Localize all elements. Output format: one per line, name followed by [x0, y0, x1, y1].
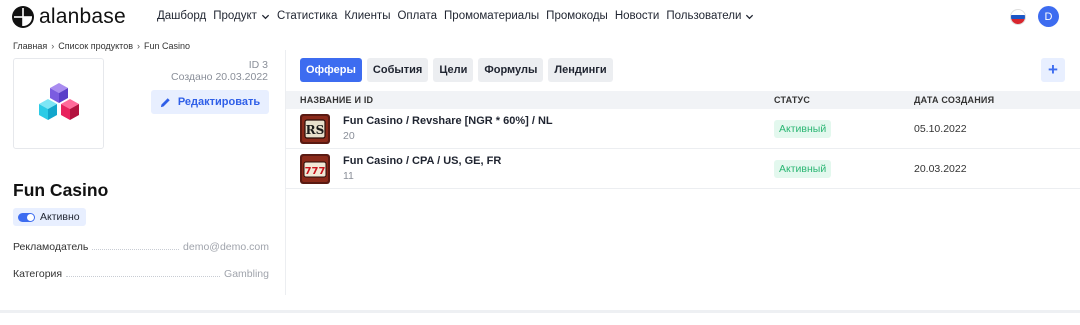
brand-logo[interactable]: alanbase — [12, 6, 126, 28]
svg-text:RS: RS — [306, 123, 325, 137]
chevron-right-icon: › — [137, 41, 140, 51]
chevron-right-icon: › — [51, 41, 55, 51]
status-label: Активно — [40, 211, 80, 223]
nav-label: Новости — [614, 10, 660, 22]
tab-offers[interactable]: Офферы — [300, 58, 362, 82]
category-value: Gambling — [224, 268, 269, 280]
tab-formulas[interactable]: Формулы — [478, 58, 544, 82]
offer-id: 20 — [343, 130, 355, 142]
nav-label: Продукт — [213, 10, 257, 22]
nav-item-news[interactable]: Новости — [615, 10, 660, 22]
user-avatar[interactable]: D — [1038, 6, 1059, 27]
cubes-logo-icon — [38, 82, 79, 120]
advertiser-row: Рекламодатель demo@demo.com — [13, 241, 269, 253]
nav-item-product[interactable]: Продукт — [213, 10, 270, 22]
ru-flag-icon[interactable] — [1010, 9, 1026, 25]
nav-label: Статистика — [276, 10, 338, 22]
breadcrumb-products[interactable]: Список продуктов — [58, 41, 133, 51]
nav-label: Пользователи — [666, 10, 742, 22]
product-title: Fun Casino — [13, 180, 109, 200]
main-nav: Дашборд Продукт Статистика Клиенты Оплат… — [157, 10, 761, 22]
tab-landings[interactable]: Лендинги — [548, 58, 613, 82]
column-header-status[interactable]: СТАТУС — [774, 95, 810, 105]
nav-label: Клиенты — [344, 10, 391, 22]
status-badge: Активный — [774, 120, 832, 138]
brand-name: alanbase — [39, 5, 126, 28]
pencil-icon — [160, 97, 170, 107]
table-row[interactable]: RS Fun Casino / Revshare [NGR * 60%] / N… — [286, 109, 1080, 149]
category-label: Категория — [13, 268, 63, 280]
breadcrumb-home[interactable]: Главная — [13, 41, 47, 51]
dotted-leader — [92, 249, 180, 250]
tab-goals[interactable]: Цели — [433, 58, 474, 82]
offer-id: 11 — [343, 170, 354, 182]
edit-button[interactable]: Редактировать — [151, 90, 269, 114]
nav-item-statistics[interactable]: Статистика — [277, 10, 337, 22]
product-created-date: Создано 20.03.2022 — [171, 71, 268, 83]
svg-text:777: 777 — [305, 166, 326, 177]
offer-name[interactable]: Fun Casino / Revshare [NGR * 60%] / NL — [343, 115, 553, 127]
column-header-name[interactable]: НАЗВАНИЕ И ID — [300, 95, 373, 105]
product-tabs: Офферы События Цели Формулы Лендинги — [300, 58, 618, 82]
777-slot-icon: 777 — [300, 154, 330, 184]
chevron-down-icon — [746, 14, 754, 19]
nav-item-clients[interactable]: Клиенты — [344, 10, 390, 22]
dotted-leader — [66, 276, 221, 277]
column-header-date[interactable]: ДАТА СОЗДАНИЯ — [914, 95, 994, 105]
alanbase-logo-icon — [12, 6, 34, 28]
tab-events[interactable]: События — [366, 58, 429, 82]
add-button[interactable]: + — [1041, 58, 1065, 82]
table-row[interactable]: 777 Fun Casino / CPA / US, GE, FR 11 Акт… — [286, 149, 1080, 189]
nav-label: Оплата — [397, 10, 438, 22]
nav-label: Промоматериалы — [444, 10, 540, 22]
product-image — [13, 58, 104, 149]
edit-button-label: Редактировать — [177, 96, 261, 108]
nav-item-dashboard[interactable]: Дашборд — [157, 10, 206, 22]
nav-item-promo-materials[interactable]: Промоматериалы — [444, 10, 539, 22]
chevron-down-icon — [261, 14, 270, 19]
nav-item-payment[interactable]: Оплата — [397, 10, 437, 22]
status-toggle[interactable]: Активно — [13, 208, 86, 226]
product-id: ID 3 — [248, 59, 268, 71]
table-header: НАЗВАНИЕ И ID СТАТУС ДАТА СОЗДАНИЯ — [286, 91, 1080, 109]
toggle-switch-icon — [18, 212, 35, 222]
status-badge: Активный — [774, 160, 832, 178]
advertiser-value: demo@demo.com — [183, 241, 269, 253]
nav-item-users[interactable]: Пользователи — [666, 10, 754, 22]
created-date: 05.10.2022 — [914, 123, 967, 135]
breadcrumb-current: Fun Casino — [144, 41, 191, 51]
breadcrumb: Главная › Список продуктов › Fun Casino — [13, 41, 190, 51]
category-row: Категория Gambling — [13, 268, 269, 280]
nav-label: Дашборд — [157, 10, 207, 22]
nav-label: Промокоды — [546, 10, 608, 22]
nav-item-promocodes[interactable]: Промокоды — [546, 10, 608, 22]
page-bottom-border — [0, 310, 1080, 313]
top-navigation: alanbase Дашборд Продукт Статистика Клие… — [0, 0, 1080, 34]
created-date: 20.03.2022 — [914, 163, 967, 175]
advertiser-label: Рекламодатель — [13, 241, 89, 253]
offer-name[interactable]: Fun Casino / CPA / US, GE, FR — [343, 155, 501, 167]
rs-slot-icon: RS — [300, 114, 330, 144]
